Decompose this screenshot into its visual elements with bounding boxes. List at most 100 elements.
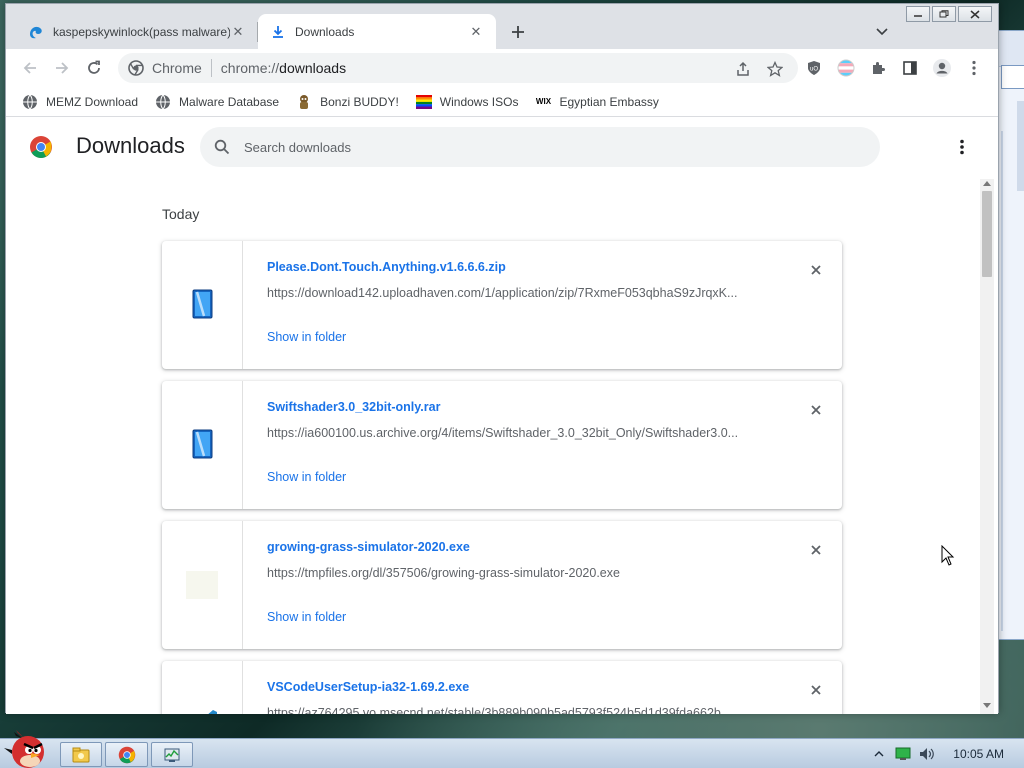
background-window-scrollbar[interactable] xyxy=(1017,101,1024,191)
globe-icon xyxy=(22,94,38,110)
chrome-site-icon xyxy=(128,60,144,76)
plus-icon xyxy=(512,26,524,38)
angry-bird-icon xyxy=(4,730,44,768)
extensions-button[interactable] xyxy=(864,54,892,82)
back-button[interactable] xyxy=(16,54,44,82)
omnibox-divider xyxy=(210,59,212,77)
close-icon xyxy=(970,9,980,19)
scrollbar-thumb[interactable] xyxy=(982,191,992,277)
download-icon xyxy=(270,24,286,40)
bookmark-memz-download[interactable]: MEMZ Download xyxy=(22,94,138,110)
bookmark-windows-isos[interactable]: Windows ISOs xyxy=(415,94,519,110)
profile-button[interactable] xyxy=(928,54,956,82)
bookmark-egyptian-embassy[interactable]: WIX Egyptian Embassy xyxy=(535,94,659,110)
search-downloads-box[interactable] xyxy=(200,127,880,167)
forward-arrow-icon xyxy=(56,62,69,74)
start-button[interactable] xyxy=(2,728,52,768)
remove-item-button[interactable] xyxy=(806,680,826,700)
reload-icon xyxy=(88,60,100,74)
tab-kaspepskywinlock[interactable]: kaspepskywinlock(pass malware) ✕ xyxy=(16,14,258,49)
tab-search-button[interactable] xyxy=(870,20,894,44)
downloads-menu-button[interactable] xyxy=(950,135,974,159)
file-icon-column xyxy=(162,661,243,714)
minimize-button[interactable] xyxy=(906,6,930,22)
download-item: Swiftshader3.0_32bit-only.rar https://ia… xyxy=(162,381,842,509)
vscode-icon xyxy=(202,709,218,714)
taskbar-chrome-button[interactable] xyxy=(105,742,148,767)
file-icon-column xyxy=(162,381,243,509)
remove-item-button[interactable] xyxy=(806,540,826,560)
remove-item-button[interactable] xyxy=(806,400,826,420)
close-window-button[interactable] xyxy=(958,6,992,22)
chrome-menu-button[interactable] xyxy=(960,54,988,82)
file-url[interactable]: https://tmpfiles.org/dl/357506/growing-g… xyxy=(267,566,767,580)
chevron-down-icon xyxy=(876,28,888,36)
bookmark-label: Windows ISOs xyxy=(439,94,519,109)
forward-button[interactable] xyxy=(48,54,76,82)
archive-file-icon xyxy=(192,289,213,319)
show-in-folder-link[interactable]: Show in folder xyxy=(267,610,346,624)
file-name-link[interactable]: Swiftshader3.0_32bit-only.rar xyxy=(267,400,440,414)
taskbar-clock[interactable]: 10:05 AM xyxy=(953,747,1004,761)
side-panel-button[interactable] xyxy=(896,54,924,82)
window-controls xyxy=(906,6,992,22)
wix-icon: WIX xyxy=(535,97,552,106)
file-url[interactable]: https://ia600100.us.archive.org/4/items/… xyxy=(267,426,767,440)
bookmark-star-icon[interactable] xyxy=(766,60,784,78)
background-window-input[interactable] xyxy=(1001,65,1024,89)
page-scrollbar[interactable] xyxy=(980,179,994,714)
scroll-up-arrow[interactable] xyxy=(983,181,991,186)
file-url[interactable]: https://download142.uploadhaven.com/1/ap… xyxy=(267,286,767,300)
show-in-folder-link[interactable]: Show in folder xyxy=(267,330,346,344)
bookmark-label: MEMZ Download xyxy=(46,94,139,109)
file-name-link[interactable]: growing-grass-simulator-2020.exe xyxy=(267,540,470,554)
kebab-menu-icon xyxy=(972,60,976,76)
file-name-link[interactable]: Please.Dont.Touch.Anything.v1.6.6.6.zip xyxy=(267,260,506,274)
background-window-titlebar xyxy=(997,31,1024,67)
kebab-menu-icon xyxy=(960,139,964,155)
remove-item-button[interactable] xyxy=(806,260,826,280)
close-tab-icon[interactable]: ✕ xyxy=(468,24,484,40)
taskbar-taskmgr-button[interactable] xyxy=(151,742,193,767)
network-icon[interactable] xyxy=(895,746,911,762)
ublock-shield-icon: uO xyxy=(808,61,820,75)
tab-strip: kaspepskywinlock(pass malware) ✕ Downloa… xyxy=(6,4,998,49)
trans-flag-extension-button[interactable] xyxy=(832,54,860,82)
tab-downloads[interactable]: Downloads ✕ xyxy=(258,14,496,49)
close-tab-icon[interactable]: ✕ xyxy=(230,24,246,40)
ublock-extension-button[interactable]: uO xyxy=(800,54,828,82)
blank-exe-icon xyxy=(186,569,218,601)
side-panel-icon xyxy=(903,61,917,75)
show-hidden-icons-icon[interactable] xyxy=(871,746,887,762)
background-window[interactable] xyxy=(996,30,1024,640)
minimize-icon xyxy=(914,15,922,17)
taskbar-explorer-button[interactable] xyxy=(60,742,102,767)
system-tray: 10:05 AM xyxy=(863,739,1024,768)
download-item: growing-grass-simulator-2020.exe https:/… xyxy=(162,521,842,649)
volume-icon[interactable] xyxy=(919,746,935,762)
bookmark-malware-database[interactable]: Malware Database xyxy=(155,94,279,110)
search-icon xyxy=(214,139,230,155)
file-icon-column xyxy=(162,521,243,649)
explorer-icon xyxy=(72,747,90,762)
close-icon xyxy=(811,545,821,555)
chrome-logo-icon xyxy=(29,135,53,159)
chrome-window: kaspepskywinlock(pass malware) ✕ Downloa… xyxy=(5,3,999,714)
url-text: chrome://downloads xyxy=(221,60,346,76)
rainbow-flag-icon xyxy=(415,94,432,110)
reload-button[interactable] xyxy=(80,54,108,82)
maximize-button[interactable] xyxy=(932,6,956,22)
globe-icon xyxy=(155,94,171,110)
scroll-down-arrow[interactable] xyxy=(983,703,991,708)
show-in-folder-link[interactable]: Show in folder xyxy=(267,470,346,484)
tab-title: Downloads xyxy=(295,24,355,39)
address-bar[interactable]: Chrome chrome://downloads xyxy=(118,53,798,83)
file-name-link[interactable]: VSCodeUserSetup-ia32-1.69.2.exe xyxy=(267,680,469,694)
bookmark-bonzi-buddy[interactable]: Bonzi BUDDY! xyxy=(296,94,399,110)
file-url[interactable]: https://az764295.vo.msecnd.net/stable/3b… xyxy=(267,706,767,714)
bonzi-icon xyxy=(296,94,312,110)
search-input[interactable] xyxy=(244,139,844,155)
close-icon xyxy=(811,405,821,415)
new-tab-button[interactable] xyxy=(506,20,530,44)
share-icon[interactable] xyxy=(734,60,752,78)
